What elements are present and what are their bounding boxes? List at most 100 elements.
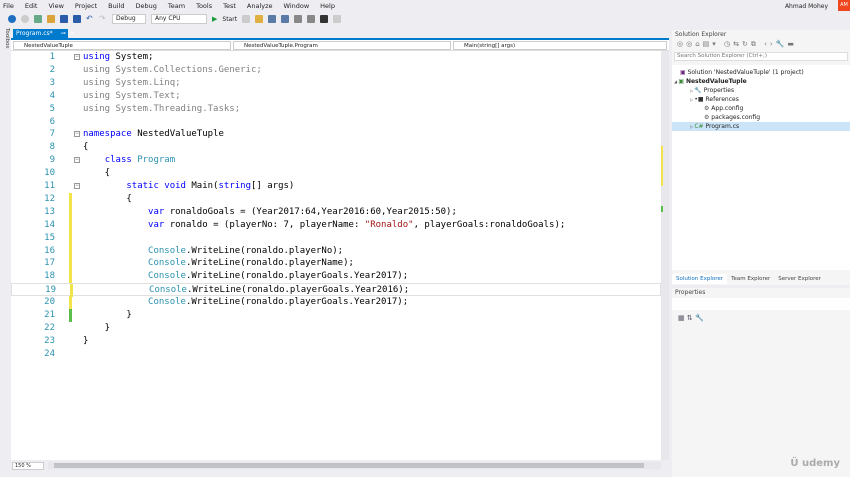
platform-dropdown[interactable]: Any CPU bbox=[151, 14, 207, 24]
toolbar-icon[interactable] bbox=[268, 15, 277, 23]
code-line[interactable]: 11 − static void Main(string[] args) bbox=[11, 180, 661, 193]
code-line[interactable]: 12 { bbox=[11, 192, 661, 206]
code-line[interactable]: 22 } bbox=[11, 322, 661, 335]
tree-item[interactable]: ▷ C# Program.cs bbox=[672, 122, 850, 131]
save-all-icon[interactable] bbox=[73, 15, 81, 23]
close-icon[interactable]: ✕ bbox=[70, 30, 75, 37]
code-line[interactable]: 20 Console.WriteLine(ronaldo.playerGoals… bbox=[11, 296, 661, 310]
zoom-dropdown[interactable]: 150 % bbox=[12, 462, 44, 470]
menu-file[interactable]: File bbox=[3, 2, 14, 10]
line-number: 17 bbox=[44, 258, 55, 269]
search-solution-explorer-input[interactable]: Search Solution Explorer (Ctrl+;) bbox=[674, 52, 848, 61]
tree-item[interactable]: ▷ •■ References bbox=[672, 95, 850, 104]
tree-item[interactable]: ⚙ packages.config bbox=[672, 113, 850, 122]
code-line[interactable]: 9 − class Program bbox=[11, 154, 661, 167]
vertical-scrollbar[interactable] bbox=[661, 51, 669, 460]
collapse-icon[interactable]: − bbox=[74, 131, 80, 138]
undo-icon[interactable]: ↶ bbox=[86, 15, 94, 23]
code-line[interactable]: 4 using System.Text; bbox=[11, 90, 661, 103]
find-icon[interactable] bbox=[255, 15, 264, 23]
tree-item[interactable]: ⚙ App.config bbox=[672, 104, 850, 113]
bookmark-icon[interactable] bbox=[320, 15, 329, 23]
user-name[interactable]: Ahmad Mohey bbox=[785, 3, 828, 10]
tree-item-label: References bbox=[705, 96, 739, 103]
start-icon[interactable]: ▶ bbox=[212, 15, 217, 23]
menu-help[interactable]: Help bbox=[320, 2, 335, 10]
code-line[interactable]: 18 Console.WriteLine(ronaldo.playerGoals… bbox=[11, 270, 661, 284]
avatar[interactable]: AM bbox=[838, 0, 850, 11]
toolbar-icon[interactable] bbox=[281, 15, 290, 23]
code-line[interactable]: 6 bbox=[11, 116, 661, 129]
code-token: .WriteLine(ronaldo.playerGoals.Year2017)… bbox=[185, 271, 409, 282]
save-icon[interactable] bbox=[60, 15, 68, 23]
menu-analyze[interactable]: Analyze bbox=[247, 2, 273, 10]
menu-window[interactable]: Window bbox=[284, 2, 310, 10]
tree-item[interactable]: ◢ ▣ NestedValueTuple bbox=[672, 77, 850, 86]
code-line[interactable]: 10 { bbox=[11, 167, 661, 180]
back-icon[interactable] bbox=[8, 15, 16, 23]
menu-build[interactable]: Build bbox=[108, 2, 124, 10]
bookmark-nav-icon[interactable] bbox=[333, 15, 342, 23]
code-line[interactable]: 21 } bbox=[11, 309, 661, 322]
code-line[interactable]: 17 Console.WriteLine(ronaldo.playerName)… bbox=[11, 257, 661, 271]
code-line[interactable]: 7 − namespace NestedValueTuple bbox=[11, 128, 661, 141]
toolbar-icon[interactable] bbox=[242, 15, 251, 23]
properties-object-dropdown[interactable] bbox=[672, 298, 850, 310]
code-line[interactable]: 24 bbox=[11, 348, 661, 361]
code-token: static void bbox=[126, 181, 186, 191]
collapse-icon[interactable]: − bbox=[74, 54, 80, 60]
categorized-icon[interactable]: ▦ bbox=[678, 314, 685, 322]
code-line[interactable]: 13 var ronaldoGoals = (Year2017:64,Year2… bbox=[11, 205, 661, 219]
member-dropdown[interactable]: Main(string[] args) bbox=[453, 41, 667, 50]
saved-change-marker bbox=[69, 309, 72, 322]
code-token: .WriteLine(ronaldo.playerName); bbox=[185, 258, 354, 269]
code-line[interactable]: 14 var ronaldo = (playerNo: 7, playerNam… bbox=[11, 218, 661, 232]
class-dropdown[interactable]: NestedValueTuple.Program bbox=[233, 41, 451, 50]
menu-edit[interactable]: Edit bbox=[25, 2, 38, 10]
alphabetical-icon[interactable]: ⇅ bbox=[687, 314, 693, 322]
code-line[interactable]: 15 bbox=[11, 231, 661, 245]
start-button[interactable]: Start bbox=[222, 16, 237, 23]
menu-debug[interactable]: Debug bbox=[136, 2, 157, 10]
tree-item-label: NestedValueTuple bbox=[685, 78, 747, 85]
tree-item[interactable]: ▣ Solution 'NestedValueTuple' (1 project… bbox=[672, 68, 850, 77]
code-line[interactable]: 1 − using System; bbox=[11, 51, 661, 64]
toolbox-tab[interactable]: Toolbox bbox=[0, 28, 10, 68]
menu-project[interactable]: Project bbox=[75, 2, 97, 10]
open-icon[interactable] bbox=[47, 15, 55, 23]
line-number: 12 bbox=[44, 193, 55, 204]
tab-server-explorer[interactable]: Server Explorer bbox=[774, 274, 825, 284]
collapse-icon[interactable]: − bbox=[74, 157, 80, 164]
project-dropdown[interactable]: NestedValueTuple bbox=[13, 41, 231, 50]
udemy-watermark: Ü udemy bbox=[790, 458, 840, 469]
tree-item[interactable]: ▷ 🔧 Properties bbox=[672, 86, 850, 95]
redo-icon[interactable]: ↷ bbox=[99, 15, 107, 23]
comment-icon[interactable] bbox=[294, 15, 303, 23]
new-project-icon[interactable] bbox=[34, 15, 42, 23]
tab-solution-explorer[interactable]: Solution Explorer bbox=[672, 274, 728, 284]
property-pages-icon[interactable]: 🔧 bbox=[695, 314, 704, 322]
code-line[interactable]: 3 using System.Linq; bbox=[11, 77, 661, 90]
menu-view[interactable]: View bbox=[48, 2, 63, 10]
code-line[interactable]: 19 Console.WriteLine(ronaldo.playerGoals… bbox=[11, 283, 661, 298]
uncomment-icon[interactable] bbox=[307, 15, 316, 23]
code-token: Console bbox=[148, 297, 186, 308]
horizontal-scrollbar[interactable] bbox=[48, 462, 661, 469]
code-line[interactable]: 5 using System.Threading.Tasks; bbox=[11, 103, 661, 116]
menu-tools[interactable]: Tools bbox=[196, 2, 212, 10]
collapse-icon[interactable]: − bbox=[74, 183, 80, 189]
configuration-dropdown[interactable]: Debug bbox=[112, 14, 146, 24]
code-line[interactable]: 2 using System.Collections.Generic; bbox=[11, 64, 661, 77]
tab-team-explorer[interactable]: Team Explorer bbox=[727, 274, 774, 284]
code-line[interactable]: 8{ bbox=[11, 141, 661, 154]
code-line[interactable]: 23} bbox=[11, 335, 661, 348]
code-token: NestedValueTuple bbox=[131, 129, 224, 140]
code-line[interactable]: 16 Console.WriteLine(ronaldo.playerNo); bbox=[11, 244, 661, 258]
code-token: Console bbox=[148, 271, 186, 282]
menu-team[interactable]: Team bbox=[168, 2, 185, 10]
pin-icon[interactable]: ⊸ bbox=[61, 30, 66, 37]
forward-icon[interactable] bbox=[21, 15, 29, 23]
menu-test[interactable]: Test bbox=[223, 2, 236, 10]
code-editor[interactable]: 1− using System; 2 using System.Collections… bbox=[11, 51, 661, 460]
